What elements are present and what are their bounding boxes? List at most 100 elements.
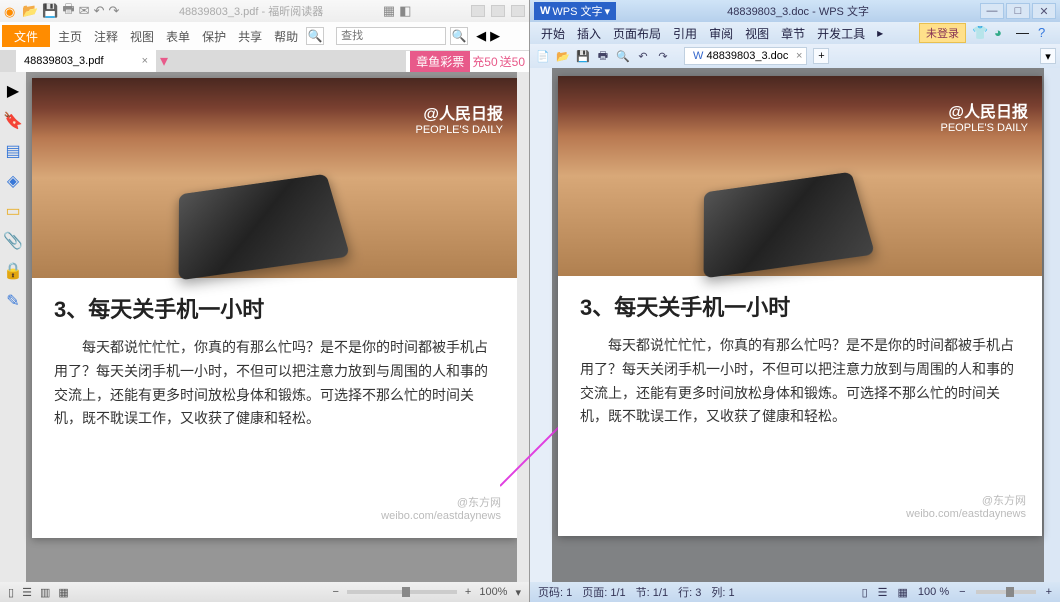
view-outline-icon[interactable]: ☰ bbox=[878, 586, 888, 599]
foxit-statusbar: ▯ ☰ ▥ ▦ − + 100% ▾ bbox=[0, 582, 529, 602]
tab-close-icon[interactable]: × bbox=[796, 50, 802, 62]
new-icon[interactable]: 📄 bbox=[534, 47, 552, 65]
tab-close-icon[interactable]: × bbox=[142, 55, 148, 67]
promo-brand: 章鱼彩票 bbox=[410, 51, 470, 72]
article-body: 每天都说忙忙忙，你真的有那么忙吗？是不是你的时间都被手机占用了？每天关闭手机一小… bbox=[54, 336, 495, 431]
weibo-source: @东方网 weibo.com/eastdaynews bbox=[906, 492, 1026, 520]
comments-icon[interactable]: ▭ bbox=[4, 202, 22, 220]
menu-insert[interactable]: 插入 bbox=[572, 25, 606, 42]
wps-document-area[interactable]: @人民日报 PEOPLE'S DAILY 3、每天关手机一小时 每天都说忙忙忙，… bbox=[530, 68, 1060, 582]
ribbon-help[interactable]: 帮助 bbox=[270, 28, 302, 45]
pages-icon[interactable]: ▤ bbox=[4, 142, 22, 160]
close-button[interactable] bbox=[511, 5, 525, 17]
maximize-button[interactable] bbox=[491, 5, 505, 17]
weibo-source: @东方网 weibo.com/eastdaynews bbox=[381, 494, 501, 522]
bookmark-icon[interactable]: 🔖 bbox=[4, 112, 22, 130]
ribbon-view[interactable]: 视图 bbox=[126, 28, 158, 45]
next-result-icon[interactable]: ▶ bbox=[490, 28, 500, 44]
ribbon-home[interactable]: 主页 bbox=[54, 28, 86, 45]
zoom-value[interactable]: 100% bbox=[479, 586, 507, 598]
menu-devtools[interactable]: 开发工具 bbox=[812, 25, 870, 42]
help-icon[interactable]: ? bbox=[1038, 25, 1054, 41]
status-col: 列: 1 bbox=[711, 584, 734, 600]
ribbon-protect[interactable]: 保护 bbox=[198, 28, 230, 45]
open-icon[interactable]: 📂 bbox=[22, 3, 38, 19]
collapse-icon[interactable]: ▶ bbox=[4, 82, 22, 100]
minimize-button[interactable]: ― bbox=[980, 3, 1004, 19]
view-mode-single-icon[interactable]: ▯ bbox=[8, 586, 14, 599]
save-icon[interactable]: 💾 bbox=[42, 3, 58, 19]
skin-icon[interactable]: 👕 bbox=[972, 25, 988, 41]
tab-dropdown-icon[interactable]: ▾ bbox=[160, 51, 168, 71]
wps-app-tag[interactable]: W WPS 文字 ▾ bbox=[534, 2, 616, 20]
menu-review[interactable]: 审阅 bbox=[704, 25, 738, 42]
menu-view[interactable]: 视图 bbox=[740, 25, 774, 42]
article-photo: @人民日报 PEOPLE'S DAILY bbox=[32, 78, 517, 278]
view-web-icon[interactable]: ▦ bbox=[898, 586, 908, 599]
skin-icon[interactable]: ◧ bbox=[399, 3, 411, 19]
promo-banner[interactable]: 章鱼彩票 充50 送50 bbox=[406, 51, 529, 72]
minimize-button[interactable] bbox=[471, 5, 485, 17]
redo-icon[interactable]: ↷ bbox=[654, 47, 672, 65]
min-ribbon-icon[interactable]: ― bbox=[1016, 25, 1032, 41]
zoom-slider[interactable] bbox=[976, 590, 1036, 594]
new-tab-button[interactable]: + bbox=[813, 48, 829, 64]
zoom-in-icon[interactable]: + bbox=[1046, 586, 1052, 598]
ribbon-share[interactable]: 共享 bbox=[234, 28, 266, 45]
menu-section[interactable]: 章节 bbox=[776, 25, 810, 42]
close-button[interactable]: ✕ bbox=[1032, 3, 1056, 19]
vertical-scrollbar[interactable] bbox=[517, 72, 529, 582]
attachments-icon[interactable]: 📎 bbox=[4, 232, 22, 250]
view-mode-contfacing-icon[interactable]: ▦ bbox=[58, 586, 68, 599]
foxit-titlebar: ◉ 📂 💾 🖶 ✉ ↶ ↷ 48839803_3.pdf - 福昕阅读器 ▦ ◧ bbox=[0, 0, 529, 22]
document-tab[interactable]: 48839803_3.pdf × bbox=[16, 50, 156, 72]
search-input[interactable] bbox=[336, 27, 446, 45]
vertical-ruler[interactable] bbox=[530, 68, 552, 582]
zoom-in-icon[interactable]: + bbox=[465, 586, 471, 598]
prev-result-icon[interactable]: ◀ bbox=[476, 28, 486, 44]
foxit-sidebar: ▶ 🔖 ▤ ◈ ▭ 📎 🔒 ✎ bbox=[0, 72, 26, 582]
zoom-out-icon[interactable]: − bbox=[959, 586, 965, 598]
layers-icon[interactable]: ◈ bbox=[4, 172, 22, 190]
undo-icon[interactable]: ↶ bbox=[634, 47, 652, 65]
menu-layout[interactable]: 页面布局 bbox=[608, 25, 666, 42]
search-button-icon[interactable]: 🔍 bbox=[450, 27, 468, 45]
article-heading: 3、每天关手机一小时 bbox=[54, 292, 495, 324]
menu-more-icon[interactable]: ▸ bbox=[872, 26, 888, 40]
zoom-dropdown-icon[interactable]: ▾ bbox=[515, 586, 521, 599]
zoom-out-icon[interactable]: − bbox=[332, 586, 338, 598]
view-mode-facing-icon[interactable]: ▥ bbox=[40, 586, 50, 599]
qr-icon[interactable]: ▦ bbox=[383, 3, 395, 19]
foxit-document-area[interactable]: @人民日报 PEOPLE'S DAILY 3、每天关手机一小时 每天都说忙忙忙，… bbox=[26, 72, 529, 582]
zoom-slider[interactable] bbox=[347, 590, 457, 594]
print-icon[interactable]: 🖶 bbox=[594, 47, 612, 65]
save-icon[interactable]: 💾 bbox=[574, 47, 592, 65]
article-photo: @人民日报 PEOPLE'S DAILY bbox=[558, 76, 1042, 276]
zoom-value[interactable]: 100 % bbox=[918, 586, 949, 598]
file-button[interactable]: 文件 bbox=[2, 25, 50, 47]
ribbon-form[interactable]: 表单 bbox=[162, 28, 194, 45]
preview-icon[interactable]: 🔍 bbox=[614, 47, 632, 65]
login-button[interactable]: 未登录 bbox=[919, 23, 966, 43]
vertical-scrollbar[interactable] bbox=[1044, 68, 1060, 582]
open-icon[interactable]: 📂 bbox=[554, 47, 572, 65]
redo-icon[interactable]: ↷ bbox=[108, 3, 119, 19]
security-icon[interactable]: 🔒 bbox=[4, 262, 22, 280]
view-print-icon[interactable]: ▯ bbox=[862, 586, 868, 599]
menu-home[interactable]: 开始 bbox=[536, 25, 570, 42]
feedback-icon[interactable]: ◕ bbox=[994, 25, 1010, 41]
search-toggle-icon[interactable]: 🔍 bbox=[306, 27, 324, 45]
email-icon[interactable]: ✉ bbox=[79, 3, 90, 19]
tab-list-button[interactable]: ▾ bbox=[1040, 48, 1056, 64]
wps-document-tab[interactable]: W 48839803_3.doc × bbox=[684, 47, 807, 65]
view-mode-cont-icon[interactable]: ☰ bbox=[22, 586, 32, 599]
print-icon[interactable]: 🖶 bbox=[62, 0, 74, 22]
pdf-page: @人民日报 PEOPLE'S DAILY 3、每天关手机一小时 每天都说忙忙忙，… bbox=[32, 78, 517, 538]
ribbon-comment[interactable]: 注释 bbox=[90, 28, 122, 45]
maximize-button[interactable]: □ bbox=[1006, 3, 1030, 19]
app-icon: ◉ bbox=[4, 4, 18, 18]
undo-icon[interactable]: ↶ bbox=[94, 3, 105, 19]
signature-icon[interactable]: ✎ bbox=[4, 292, 22, 310]
peoples-daily-logo: @人民日报 PEOPLE'S DAILY bbox=[941, 104, 1029, 134]
menu-reference[interactable]: 引用 bbox=[668, 25, 702, 42]
